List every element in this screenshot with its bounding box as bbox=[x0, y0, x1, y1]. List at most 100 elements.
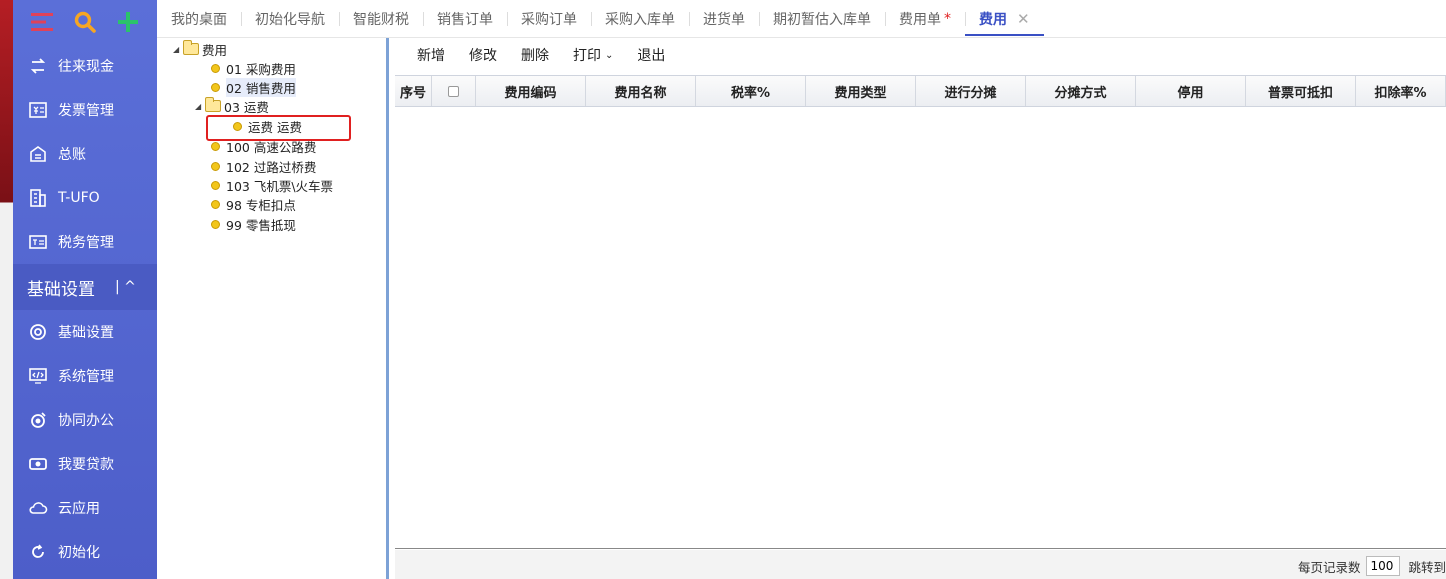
column-header[interactable] bbox=[432, 76, 476, 106]
sidebar-item[interactable]: 系统管理 bbox=[13, 354, 157, 398]
sidebar-group-label: 基础设置 bbox=[27, 279, 95, 300]
close-icon[interactable]: ✕ bbox=[1017, 10, 1030, 28]
folder-open-icon bbox=[205, 97, 221, 112]
collab-icon bbox=[27, 409, 49, 431]
modified-marker: * bbox=[944, 10, 951, 27]
sidebar-item-label: 发票管理 bbox=[58, 103, 114, 119]
tab[interactable]: 进货单 bbox=[689, 0, 759, 38]
menu-icon[interactable] bbox=[28, 8, 56, 36]
column-header[interactable]: 序号 bbox=[395, 76, 432, 106]
tab[interactable]: 我的桌面 bbox=[157, 0, 241, 38]
tab[interactable]: 智能财税 bbox=[339, 0, 423, 38]
tab[interactable]: 初始化导航 bbox=[241, 0, 339, 38]
plus-icon[interactable] bbox=[114, 8, 142, 36]
tab-label: 进货单 bbox=[703, 11, 745, 28]
panel-splitter[interactable] bbox=[386, 38, 389, 579]
tab-label: 费用单 bbox=[899, 11, 941, 28]
exchange-icon bbox=[27, 55, 49, 77]
settings-icon bbox=[27, 321, 49, 343]
tree-node[interactable]: 98 专柜扣点 bbox=[211, 195, 296, 213]
column-header[interactable]: 扣除率% bbox=[1356, 76, 1446, 106]
building-icon bbox=[27, 187, 49, 209]
jump-to-label[interactable]: 跳转到 bbox=[1408, 557, 1446, 576]
leaf-dot-icon bbox=[211, 141, 220, 151]
sidebar-item[interactable]: 往来现金 bbox=[13, 44, 157, 88]
sidebar-item[interactable]: 我要贷款 bbox=[13, 442, 157, 486]
cloud-icon bbox=[27, 497, 49, 519]
column-header[interactable]: 费用编码 bbox=[476, 76, 586, 106]
print-button[interactable]: 打印 ⌄ bbox=[573, 45, 613, 65]
column-header[interactable]: 税率% bbox=[696, 76, 806, 106]
delete-button[interactable]: 删除 bbox=[521, 45, 549, 65]
per-page-label: 每页记录数 bbox=[1297, 559, 1361, 575]
tree-node[interactable]: 103 飞机票\火车票 bbox=[211, 176, 333, 194]
sidebar-item-label: 初始化 bbox=[58, 545, 100, 561]
select-all-checkbox[interactable] bbox=[448, 85, 459, 97]
sidebar-item[interactable]: 总账 bbox=[13, 132, 157, 176]
search-icon[interactable] bbox=[71, 8, 99, 36]
refresh-icon bbox=[27, 541, 49, 563]
main-panel: 新增 修改 删除 打印 ⌄ 退出 序号 费用编码 费用名称 税率% 费用类型 进行分摊 分摊… bbox=[395, 38, 1446, 579]
grid-header: 序号 费用编码 费用名称 税率% 费用类型 进行分摊 分摊方式 停用 普票可抵扣 扣除率% bbox=[395, 75, 1446, 107]
tab-label: 销售订单 bbox=[437, 11, 493, 28]
leaf-dot-icon bbox=[211, 161, 220, 171]
edit-button[interactable]: 修改 bbox=[469, 45, 497, 65]
column-header[interactable]: 分摊方式 bbox=[1026, 76, 1136, 106]
tab[interactable]: 费用 ✕ bbox=[965, 0, 1044, 38]
grid-body[interactable] bbox=[395, 107, 1446, 549]
tab[interactable]: 费用单 * bbox=[885, 0, 965, 38]
leaf-dot-icon bbox=[211, 82, 220, 92]
leaf-dot-icon bbox=[211, 219, 220, 229]
collapse-up-icon[interactable]: | ^ bbox=[115, 279, 136, 295]
tab[interactable]: 采购入库单 bbox=[591, 0, 689, 38]
sidebar-item-label: 税务管理 bbox=[58, 235, 114, 251]
column-header[interactable]: 停用 bbox=[1136, 76, 1246, 106]
tree-node[interactable]: 102 过路过桥费 bbox=[211, 157, 316, 175]
sidebar-item-label: 我要贷款 bbox=[58, 457, 114, 473]
sidebar-item-label: 总账 bbox=[58, 147, 86, 163]
tree-node[interactable]: 99 零售抵现 bbox=[211, 215, 296, 233]
sidebar-top-bar bbox=[13, 0, 157, 44]
expand-arrow-icon[interactable]: ◢ bbox=[195, 102, 205, 111]
print-button-label: 打印 bbox=[573, 48, 601, 64]
column-header[interactable]: 费用名称 bbox=[586, 76, 696, 106]
tab-label: 采购订单 bbox=[521, 11, 577, 28]
tab-label: 智能财税 bbox=[353, 11, 409, 28]
leaf-dot-icon bbox=[211, 180, 220, 190]
pager: 每页记录数 跳转到 bbox=[1298, 556, 1446, 576]
sidebar-item-label: 基础设置 bbox=[58, 325, 114, 341]
toolbar: 新增 修改 删除 打印 ⌄ 退出 bbox=[395, 38, 1446, 72]
tree-node-root[interactable]: ◢ 费用 bbox=[173, 40, 227, 58]
column-header[interactable]: 费用类型 bbox=[806, 76, 916, 106]
tab-label: 采购入库单 bbox=[605, 11, 675, 28]
expand-arrow-icon[interactable]: ◢ bbox=[173, 45, 183, 54]
column-header[interactable]: 普票可抵扣 bbox=[1246, 76, 1356, 106]
sidebar-item[interactable]: 发票管理 bbox=[13, 88, 157, 132]
tab[interactable]: 期初暂估入库单 bbox=[759, 0, 885, 38]
sidebar-item[interactable]: T-UFO bbox=[13, 176, 157, 220]
tax-icon bbox=[27, 231, 49, 253]
window-edge bbox=[0, 0, 13, 579]
tab[interactable]: 销售订单 bbox=[423, 0, 507, 38]
exit-button[interactable]: 退出 bbox=[637, 45, 665, 65]
sidebar-item-label: T-UFO bbox=[58, 190, 100, 206]
sidebar-item[interactable]: 初始化 bbox=[13, 530, 157, 574]
tree-node[interactable]: 02 销售费用 bbox=[211, 77, 296, 97]
column-header[interactable]: 进行分摊 bbox=[916, 76, 1026, 106]
sidebar-item[interactable]: 税务管理 bbox=[13, 220, 157, 264]
sidebar-item[interactable]: 协同办公 bbox=[13, 398, 157, 442]
sidebar-item[interactable]: 云应用 bbox=[13, 486, 157, 530]
tab[interactable]: 采购订单 bbox=[507, 0, 591, 38]
sidebar-group-basic-settings[interactable]: 基础设置 | ^ bbox=[13, 264, 157, 310]
per-page-input[interactable] bbox=[1366, 556, 1401, 576]
tab-label: 期初暂估入库单 bbox=[773, 11, 871, 28]
folder-open-icon bbox=[183, 40, 199, 55]
tree-node[interactable]: 01 采购费用 bbox=[211, 59, 296, 77]
sidebar-item[interactable]: 基础设置 bbox=[13, 310, 157, 354]
code-monitor-icon bbox=[27, 365, 49, 387]
ledger-icon bbox=[27, 143, 49, 165]
add-button[interactable]: 新增 bbox=[417, 45, 445, 65]
sidebar-item-label: 协同办公 bbox=[58, 413, 114, 429]
chevron-down-icon: ⌄ bbox=[605, 49, 614, 61]
tree-node[interactable]: ◢ 03 运费 bbox=[195, 97, 269, 115]
